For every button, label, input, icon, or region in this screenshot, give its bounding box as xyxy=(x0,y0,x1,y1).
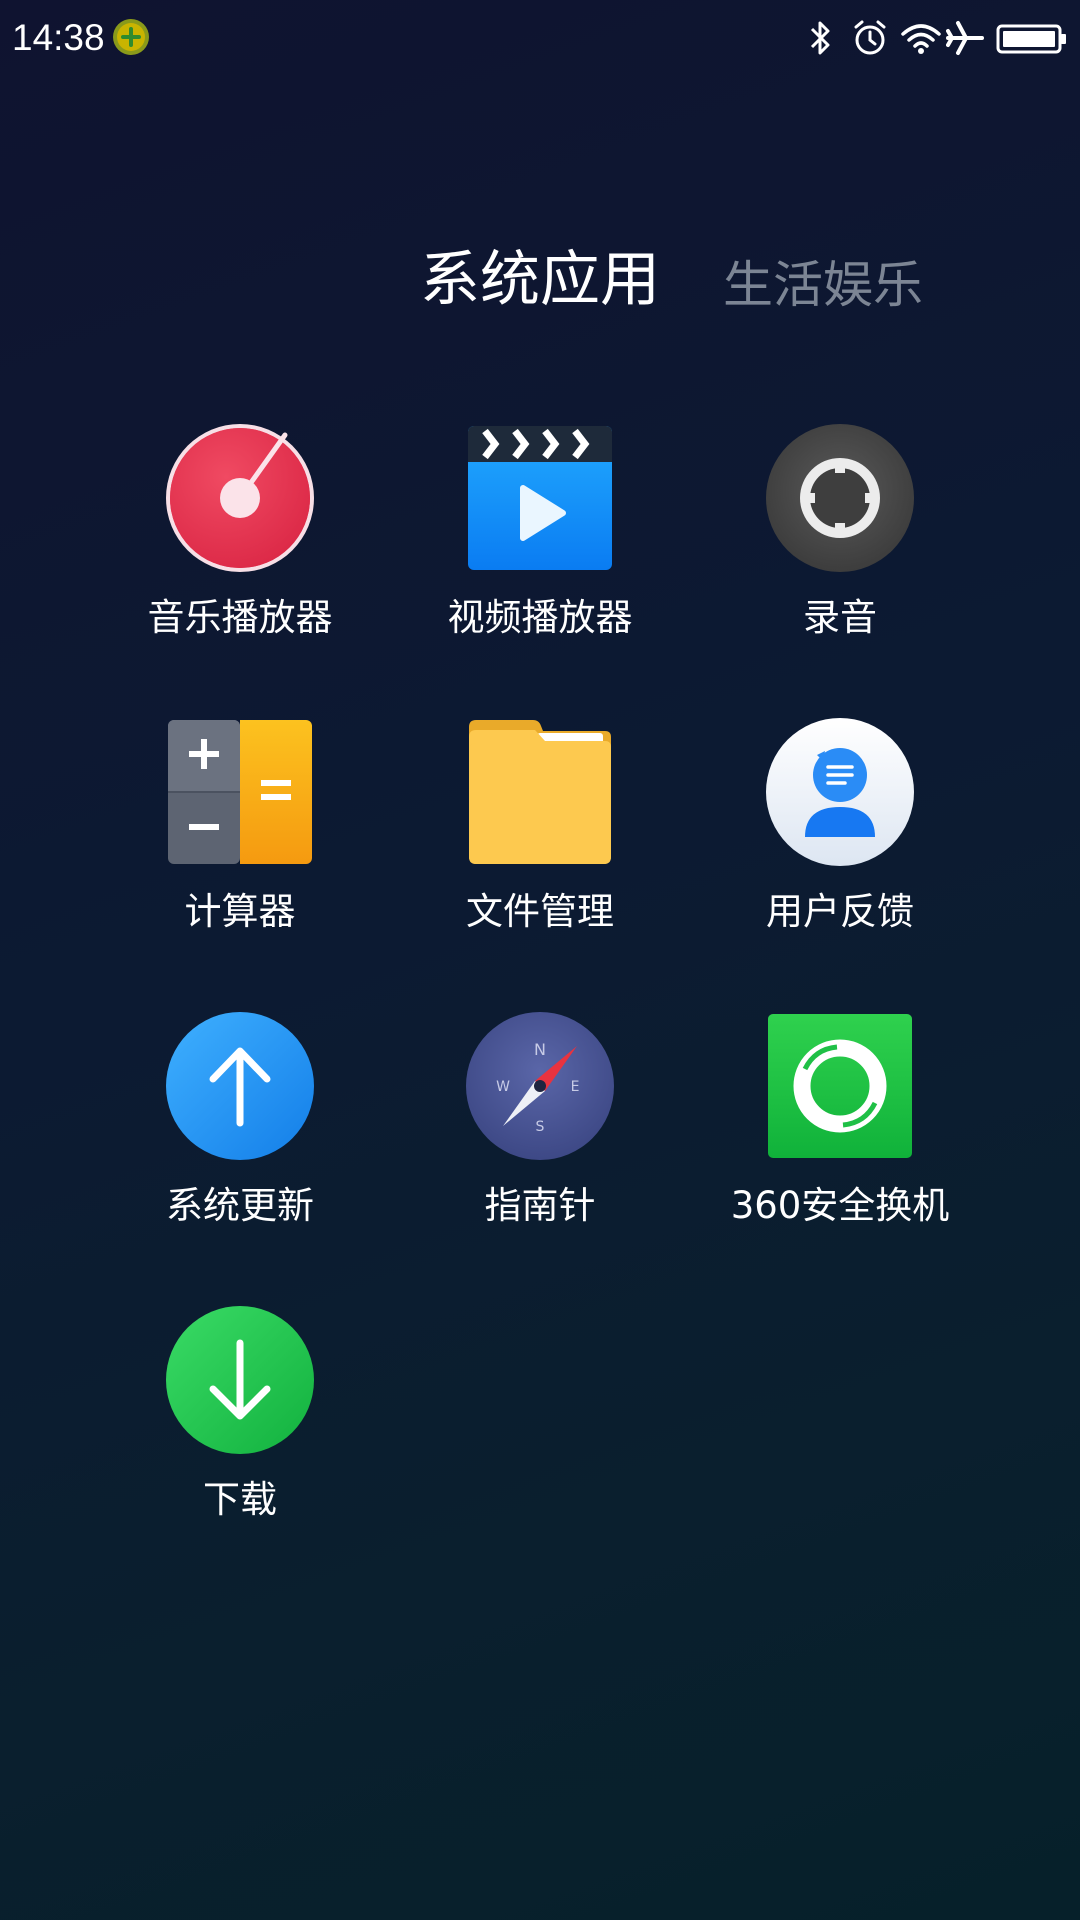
recorder-icon xyxy=(766,424,914,572)
app-360-phone-clone[interactable]: 360安全换机 xyxy=(690,1011,990,1271)
tab-system-apps[interactable]: 系统应用 xyxy=(420,240,660,320)
airplane-icon xyxy=(946,21,984,55)
app-label: 360安全换机 xyxy=(730,1184,950,1227)
app-label: 录音 xyxy=(803,596,877,639)
app-label: 用户反馈 xyxy=(766,890,914,933)
folder-tabs: 系统应用 生活娱乐 xyxy=(0,240,1080,330)
feedback-icon xyxy=(766,718,914,866)
status-time: 14:38 xyxy=(12,17,105,58)
status-bar: 14:38 xyxy=(0,0,1080,76)
download-icon xyxy=(166,1306,314,1454)
app-label: 文件管理 xyxy=(466,890,614,933)
app-calculator[interactable]: 计算器 xyxy=(90,717,390,977)
app-music-player[interactable]: 音乐播放器 xyxy=(90,423,390,683)
svg-text:S: S xyxy=(536,1119,545,1135)
app-system-update[interactable]: 系统更新 xyxy=(90,1011,390,1271)
app-file-manager[interactable]: 文件管理 xyxy=(390,717,690,977)
svg-text:E: E xyxy=(571,1079,580,1095)
video-player-icon xyxy=(468,426,612,570)
app-label: 计算器 xyxy=(184,890,296,933)
app-label: 下载 xyxy=(203,1478,277,1521)
app-label: 指南针 xyxy=(484,1184,596,1227)
app-label: 音乐播放器 xyxy=(147,596,333,639)
phone-clone-icon xyxy=(768,1014,912,1158)
app-video-player[interactable]: 视频播放器 xyxy=(390,423,690,683)
app-recorder[interactable]: 录音 xyxy=(690,423,990,683)
compass-icon: N E S W xyxy=(466,1012,614,1160)
folder-icon xyxy=(469,720,611,864)
svg-text:W: W xyxy=(496,1079,510,1095)
app-label: 系统更新 xyxy=(166,1184,314,1227)
notification-badge-icon xyxy=(113,19,149,55)
battery-icon xyxy=(996,24,1066,54)
update-arrow-icon xyxy=(166,1012,314,1160)
app-compass[interactable]: N E S W 指南针 xyxy=(390,1011,690,1271)
svg-text:N: N xyxy=(534,1040,546,1059)
app-user-feedback[interactable]: 用户反馈 xyxy=(690,717,990,977)
alarm-icon xyxy=(854,20,886,55)
app-label: 视频播放器 xyxy=(447,596,633,639)
tab-life-entertainment[interactable]: 生活娱乐 xyxy=(723,250,923,320)
wifi-icon xyxy=(901,24,941,54)
bluetooth-icon xyxy=(810,21,830,55)
calculator-icon xyxy=(168,720,312,864)
app-download[interactable]: 下载 xyxy=(90,1305,390,1565)
music-player-icon xyxy=(166,424,314,572)
